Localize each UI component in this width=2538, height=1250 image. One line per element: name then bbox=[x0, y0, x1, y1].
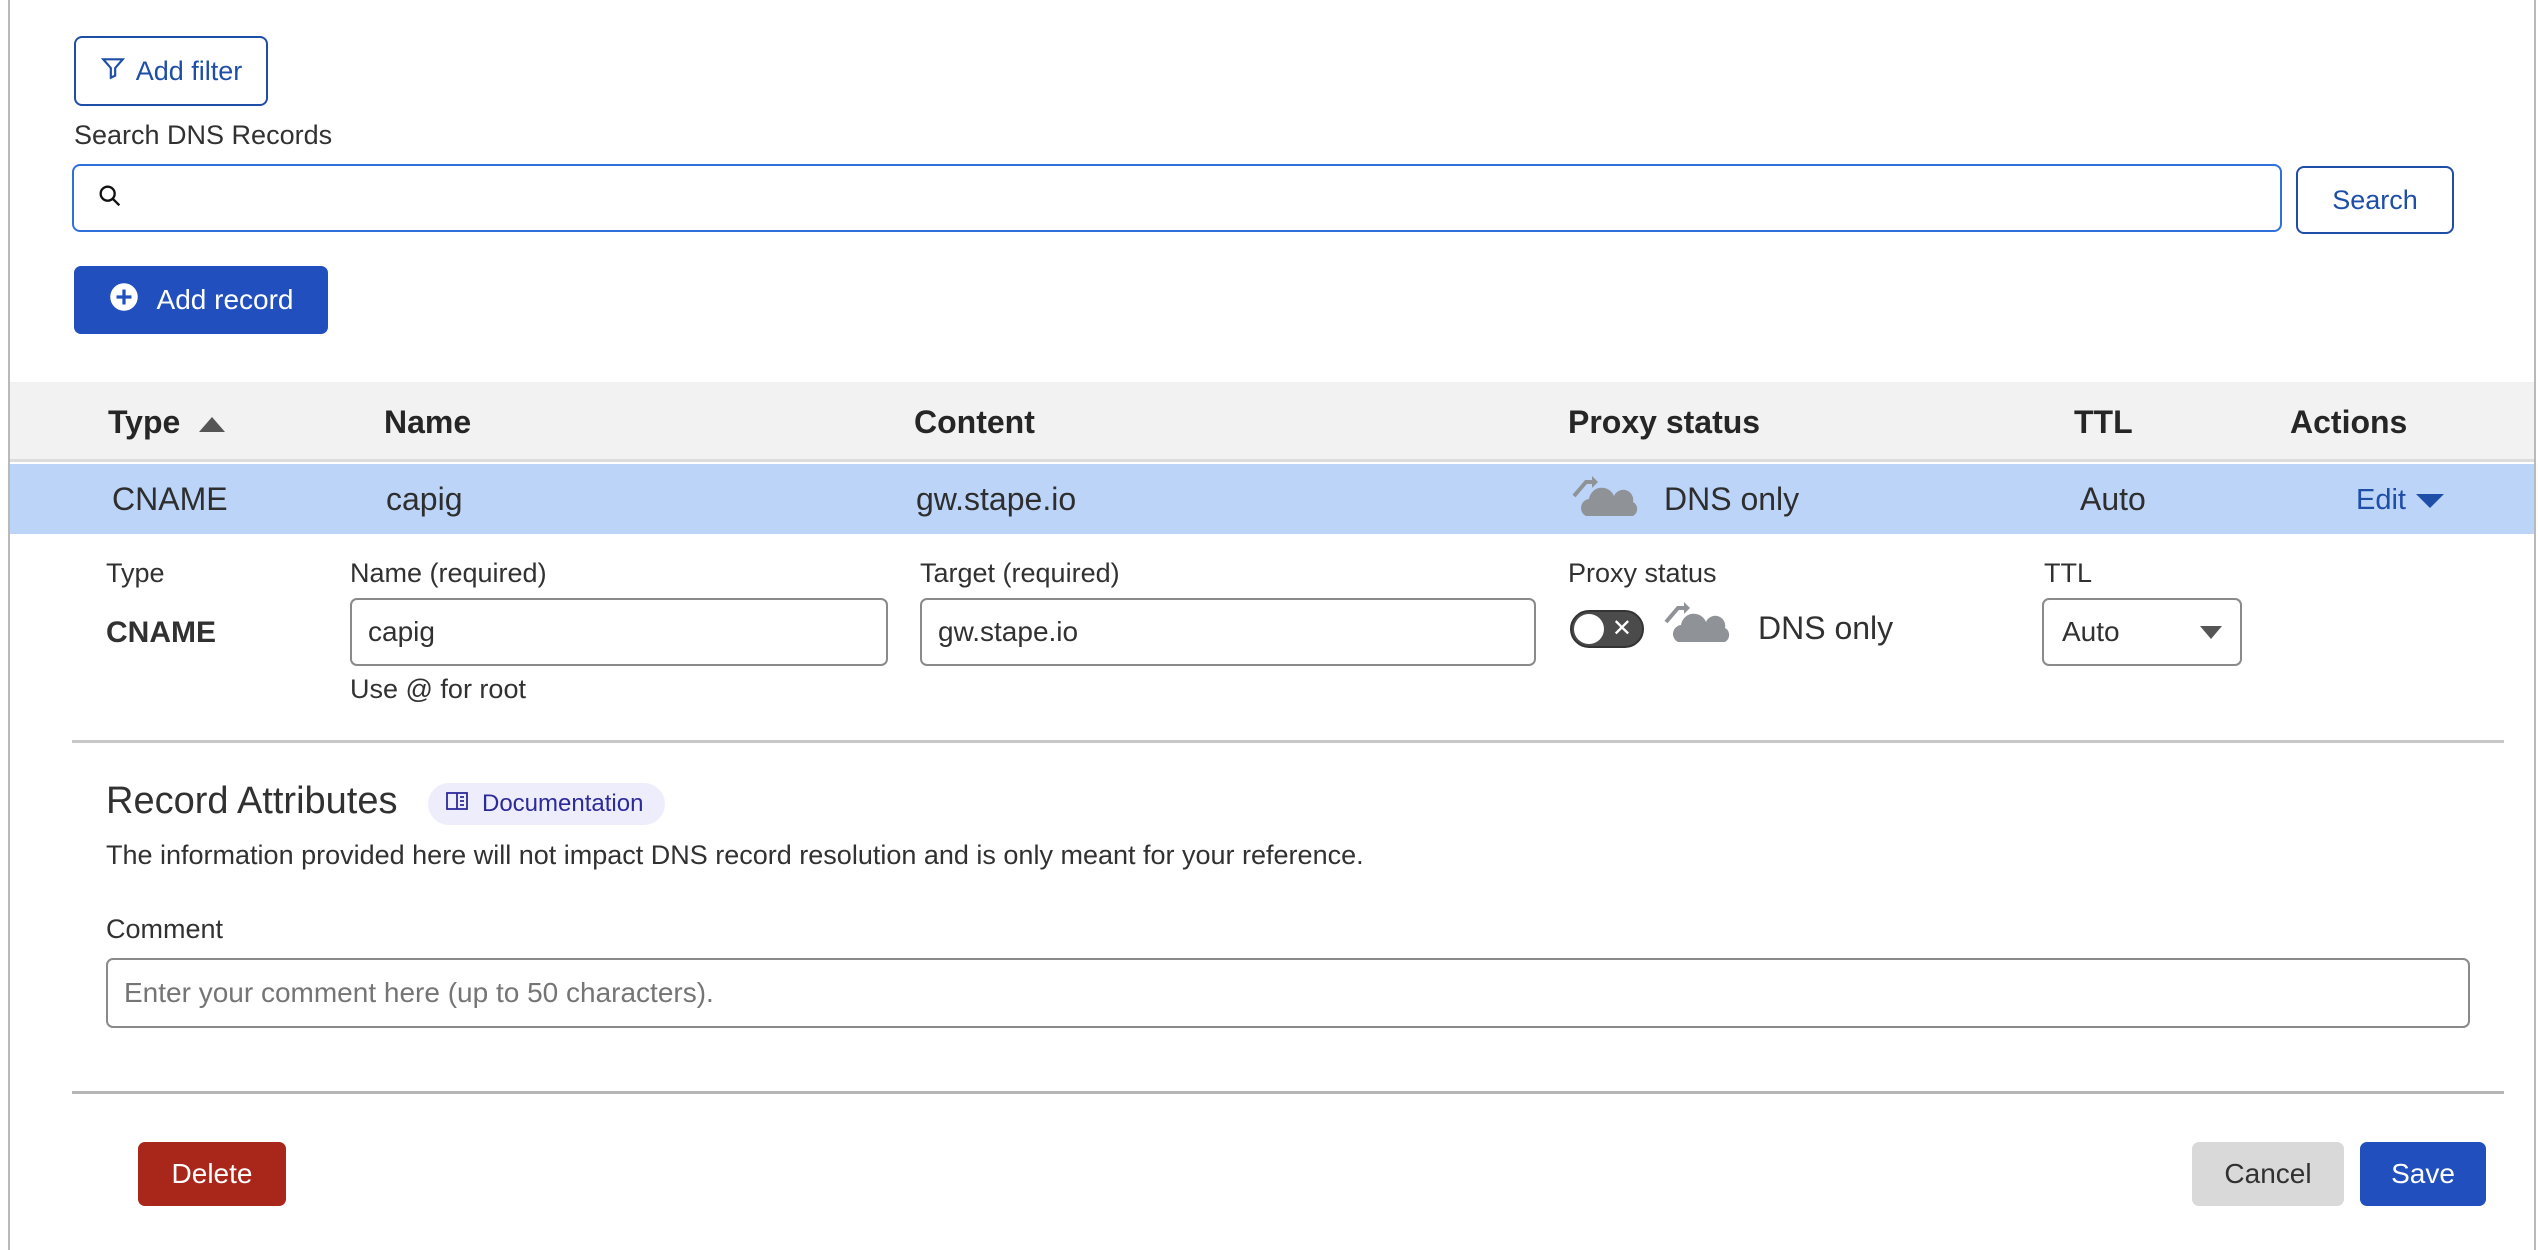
name-input[interactable] bbox=[368, 616, 886, 648]
column-header-type[interactable]: Type bbox=[108, 404, 226, 441]
search-button-label: Search bbox=[2332, 184, 2418, 215]
add-record-button[interactable]: Add record bbox=[74, 266, 328, 334]
add-filter-button[interactable]: Add filter bbox=[74, 36, 268, 106]
search-input[interactable] bbox=[138, 166, 2280, 230]
search-label: Search DNS Records bbox=[74, 120, 333, 150]
toggle-off-icon: ✕ bbox=[1611, 615, 1632, 642]
column-type-label: Type bbox=[108, 404, 181, 440]
row-type: CNAME bbox=[112, 481, 228, 517]
search-button[interactable]: Search bbox=[2296, 166, 2454, 234]
column-header-content[interactable]: Content bbox=[914, 404, 1035, 441]
table-row[interactable]: CNAME capig gw.stape.io DNS only Auto Ed… bbox=[10, 464, 2534, 534]
row-content: gw.stape.io bbox=[916, 481, 1077, 517]
divider bbox=[72, 1091, 2504, 1094]
column-header-ttl[interactable]: TTL bbox=[2074, 404, 2133, 441]
target-label: Target (required) bbox=[920, 558, 1120, 588]
toggle-knob bbox=[1574, 614, 1604, 644]
row-ttl: Auto bbox=[2080, 481, 2146, 517]
proxy-toggle[interactable]: ✕ bbox=[1570, 610, 1644, 648]
column-header-actions: Actions bbox=[2290, 404, 2408, 440]
page-border-left bbox=[8, 0, 10, 1250]
comment-input[interactable] bbox=[124, 977, 2468, 1009]
comment-label: Comment bbox=[106, 914, 224, 944]
caret-down-icon bbox=[2416, 494, 2445, 509]
ttl-label: TTL bbox=[2044, 558, 2093, 588]
edit-button[interactable]: Edit bbox=[2356, 484, 2445, 517]
chevron-down-icon bbox=[2200, 625, 2222, 639]
search-icon bbox=[96, 182, 124, 215]
book-icon bbox=[446, 790, 468, 818]
ttl-value: Auto bbox=[2062, 616, 2120, 647]
page-border-right bbox=[2534, 0, 2536, 1250]
attributes-description: The information provided here will not i… bbox=[106, 840, 1364, 870]
edit-label: Edit bbox=[2356, 484, 2406, 516]
column-header-proxy-status[interactable]: Proxy status bbox=[1568, 404, 1760, 441]
delete-button[interactable]: Delete bbox=[138, 1142, 286, 1206]
name-label: Name (required) bbox=[350, 558, 547, 588]
comment-field[interactable] bbox=[106, 958, 2470, 1028]
ttl-select[interactable]: Auto bbox=[2042, 598, 2242, 666]
table-header: Type Name Content Proxy status TTL Actio… bbox=[10, 382, 2534, 462]
column-header-name[interactable]: Name bbox=[384, 404, 471, 441]
dns-only-cloud-icon bbox=[1572, 472, 1638, 526]
documentation-label: Documentation bbox=[482, 790, 644, 817]
target-input[interactable] bbox=[938, 616, 1534, 648]
filter-icon bbox=[100, 55, 126, 88]
plus-circle-icon bbox=[109, 282, 139, 319]
type-label: Type bbox=[106, 558, 165, 588]
save-button[interactable]: Save bbox=[2360, 1142, 2486, 1206]
target-field[interactable] bbox=[920, 598, 1536, 666]
add-record-label: Add record bbox=[156, 284, 294, 315]
row-proxy-status: DNS only bbox=[1664, 481, 1800, 517]
cancel-button[interactable]: Cancel bbox=[2192, 1142, 2344, 1206]
record-attributes-title: Record Attributes bbox=[106, 780, 398, 822]
divider bbox=[72, 740, 2504, 743]
add-filter-label: Add filter bbox=[135, 55, 243, 86]
proxy-status-value: DNS only bbox=[1758, 610, 1894, 646]
search-field[interactable] bbox=[72, 164, 2282, 232]
documentation-link[interactable]: Documentation bbox=[428, 783, 666, 825]
name-field[interactable] bbox=[350, 598, 888, 666]
proxy-status-label: Proxy status bbox=[1568, 558, 1717, 588]
sort-ascending-icon bbox=[199, 417, 226, 433]
dns-only-cloud-icon bbox=[1664, 598, 1730, 649]
type-value: CNAME bbox=[106, 616, 216, 649]
name-hint: Use @ for root bbox=[350, 674, 526, 704]
row-name: capig bbox=[386, 481, 463, 517]
